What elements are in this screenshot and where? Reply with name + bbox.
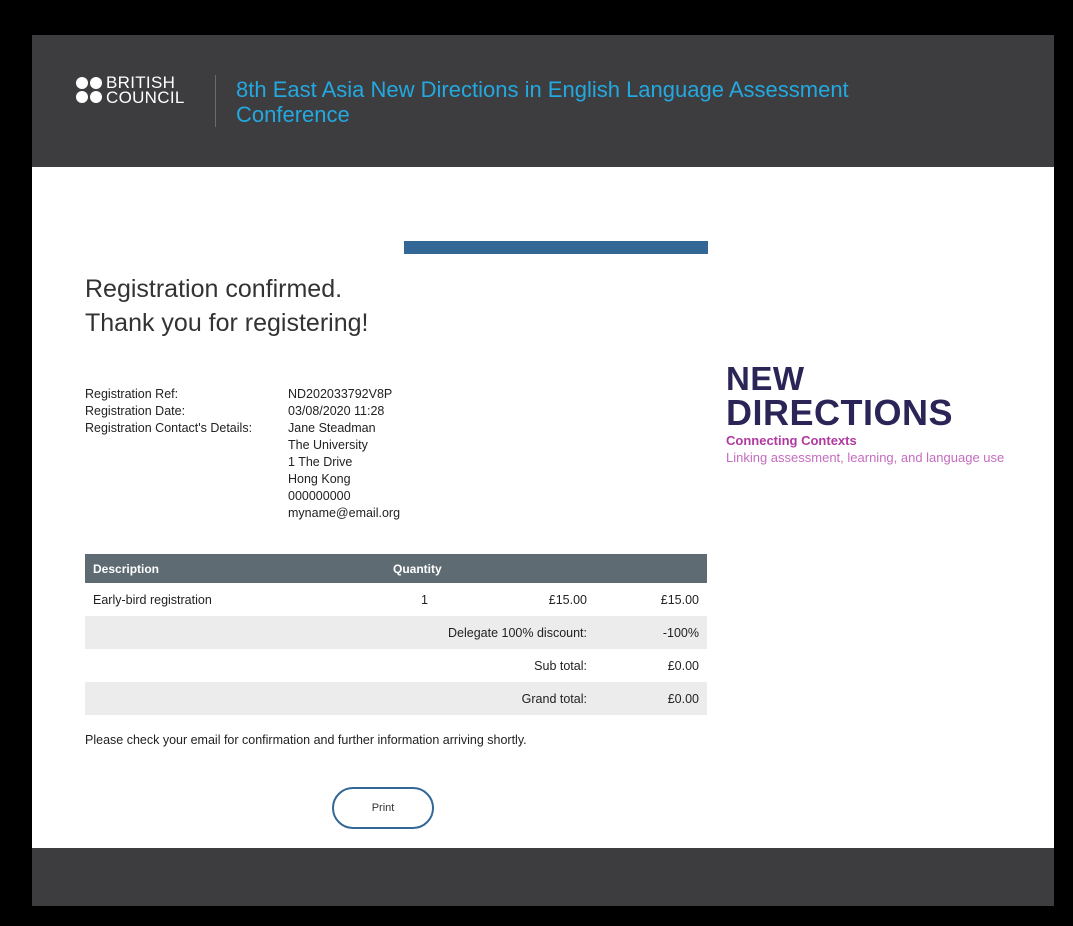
print-button[interactable]: Print (332, 787, 434, 829)
brand-line-2: COUNCIL (106, 88, 185, 107)
progress-bar (404, 241, 708, 254)
nd-logo-tagline: Linking assessment, learning, and langua… (726, 450, 1005, 465)
confirmation-heading: Registration confirmed. Thank you for re… (85, 272, 368, 340)
item-total: £15.00 (660, 592, 699, 607)
subtotal-row: Sub total: £0.00 (85, 649, 707, 682)
date-value: 03/08/2020 11:28 (288, 404, 385, 418)
header-quantity: Quantity (385, 554, 480, 583)
nd-logo-line-2: DIRECTIONS (726, 392, 954, 433)
contact-city: Hong Kong (288, 472, 351, 486)
date-label: Registration Date: (85, 404, 186, 418)
header-description: Description (85, 554, 385, 583)
contact-name: Jane Steadman (288, 421, 376, 435)
site-footer (32, 848, 1054, 906)
grandtotal-value: £0.00 (595, 682, 707, 715)
british-council-dots-icon (76, 77, 102, 103)
contact-address: 1 The Drive (288, 455, 353, 469)
order-table: Description Quantity Early-bird registra… (85, 554, 707, 715)
british-council-logo[interactable]: BRITISH COUNCIL (76, 74, 185, 107)
contact-value: Jane Steadman The University 1 The Drive… (288, 420, 400, 522)
conference-title: 8th East Asia New Directions in English … (236, 77, 849, 127)
contact-label: Registration Contact's Details: (85, 421, 253, 435)
item-price: £15.00 (548, 592, 587, 607)
contact-email: myname@email.org (288, 506, 401, 520)
registration-details: Registration Ref: ND202033792V8P Registr… (85, 386, 400, 522)
discount-value: -100% (595, 616, 707, 649)
details-row-ref: Registration Ref: ND202033792V8P (85, 386, 400, 403)
page-frame: BRITISH COUNCIL 8th East Asia New Direct… (32, 35, 1054, 906)
site-header: BRITISH COUNCIL 8th East Asia New Direct… (32, 35, 1054, 167)
item-quantity: 1 (421, 592, 428, 607)
details-row-date: Registration Date: 03/08/2020 11:28 (85, 403, 400, 420)
ref-value: ND202033792V8P (288, 387, 393, 401)
header-price (480, 554, 595, 583)
grandtotal-row: Grand total: £0.00 (85, 682, 707, 715)
subtotal-value: £0.00 (667, 658, 699, 673)
item-description: Early-bird registration (93, 592, 212, 607)
discount-row: Delegate 100% discount: -100% (85, 616, 707, 649)
british-council-wordmark: BRITISH COUNCIL (106, 74, 185, 107)
table-row: Early-bird registration 1 £15.00 £15.00 (85, 583, 707, 616)
discount-label: Delegate 100% discount: (85, 616, 595, 649)
nd-logo-line-1: NEW (726, 360, 805, 397)
confirmation-line-2: Thank you for registering! (85, 309, 369, 337)
subtotal-label: Sub total: (534, 658, 587, 673)
order-table-header: Description Quantity (85, 554, 707, 583)
header-total (595, 554, 707, 583)
new-directions-logo: NEW DIRECTIONS Connecting Contexts Linki… (726, 360, 1005, 465)
contact-phone: 000000000 (288, 489, 351, 503)
confirmation-line-1: Registration confirmed. (85, 275, 343, 303)
details-row-contact: Registration Contact's Details: Jane Ste… (85, 420, 400, 522)
header-divider (215, 75, 216, 127)
ref-label: Registration Ref: (85, 387, 179, 401)
contact-organisation: The University (288, 438, 368, 452)
grandtotal-label: Grand total: (85, 682, 595, 715)
email-notice: Please check your email for confirmation… (85, 733, 527, 747)
nd-logo-subtitle: Connecting Contexts (726, 433, 857, 448)
